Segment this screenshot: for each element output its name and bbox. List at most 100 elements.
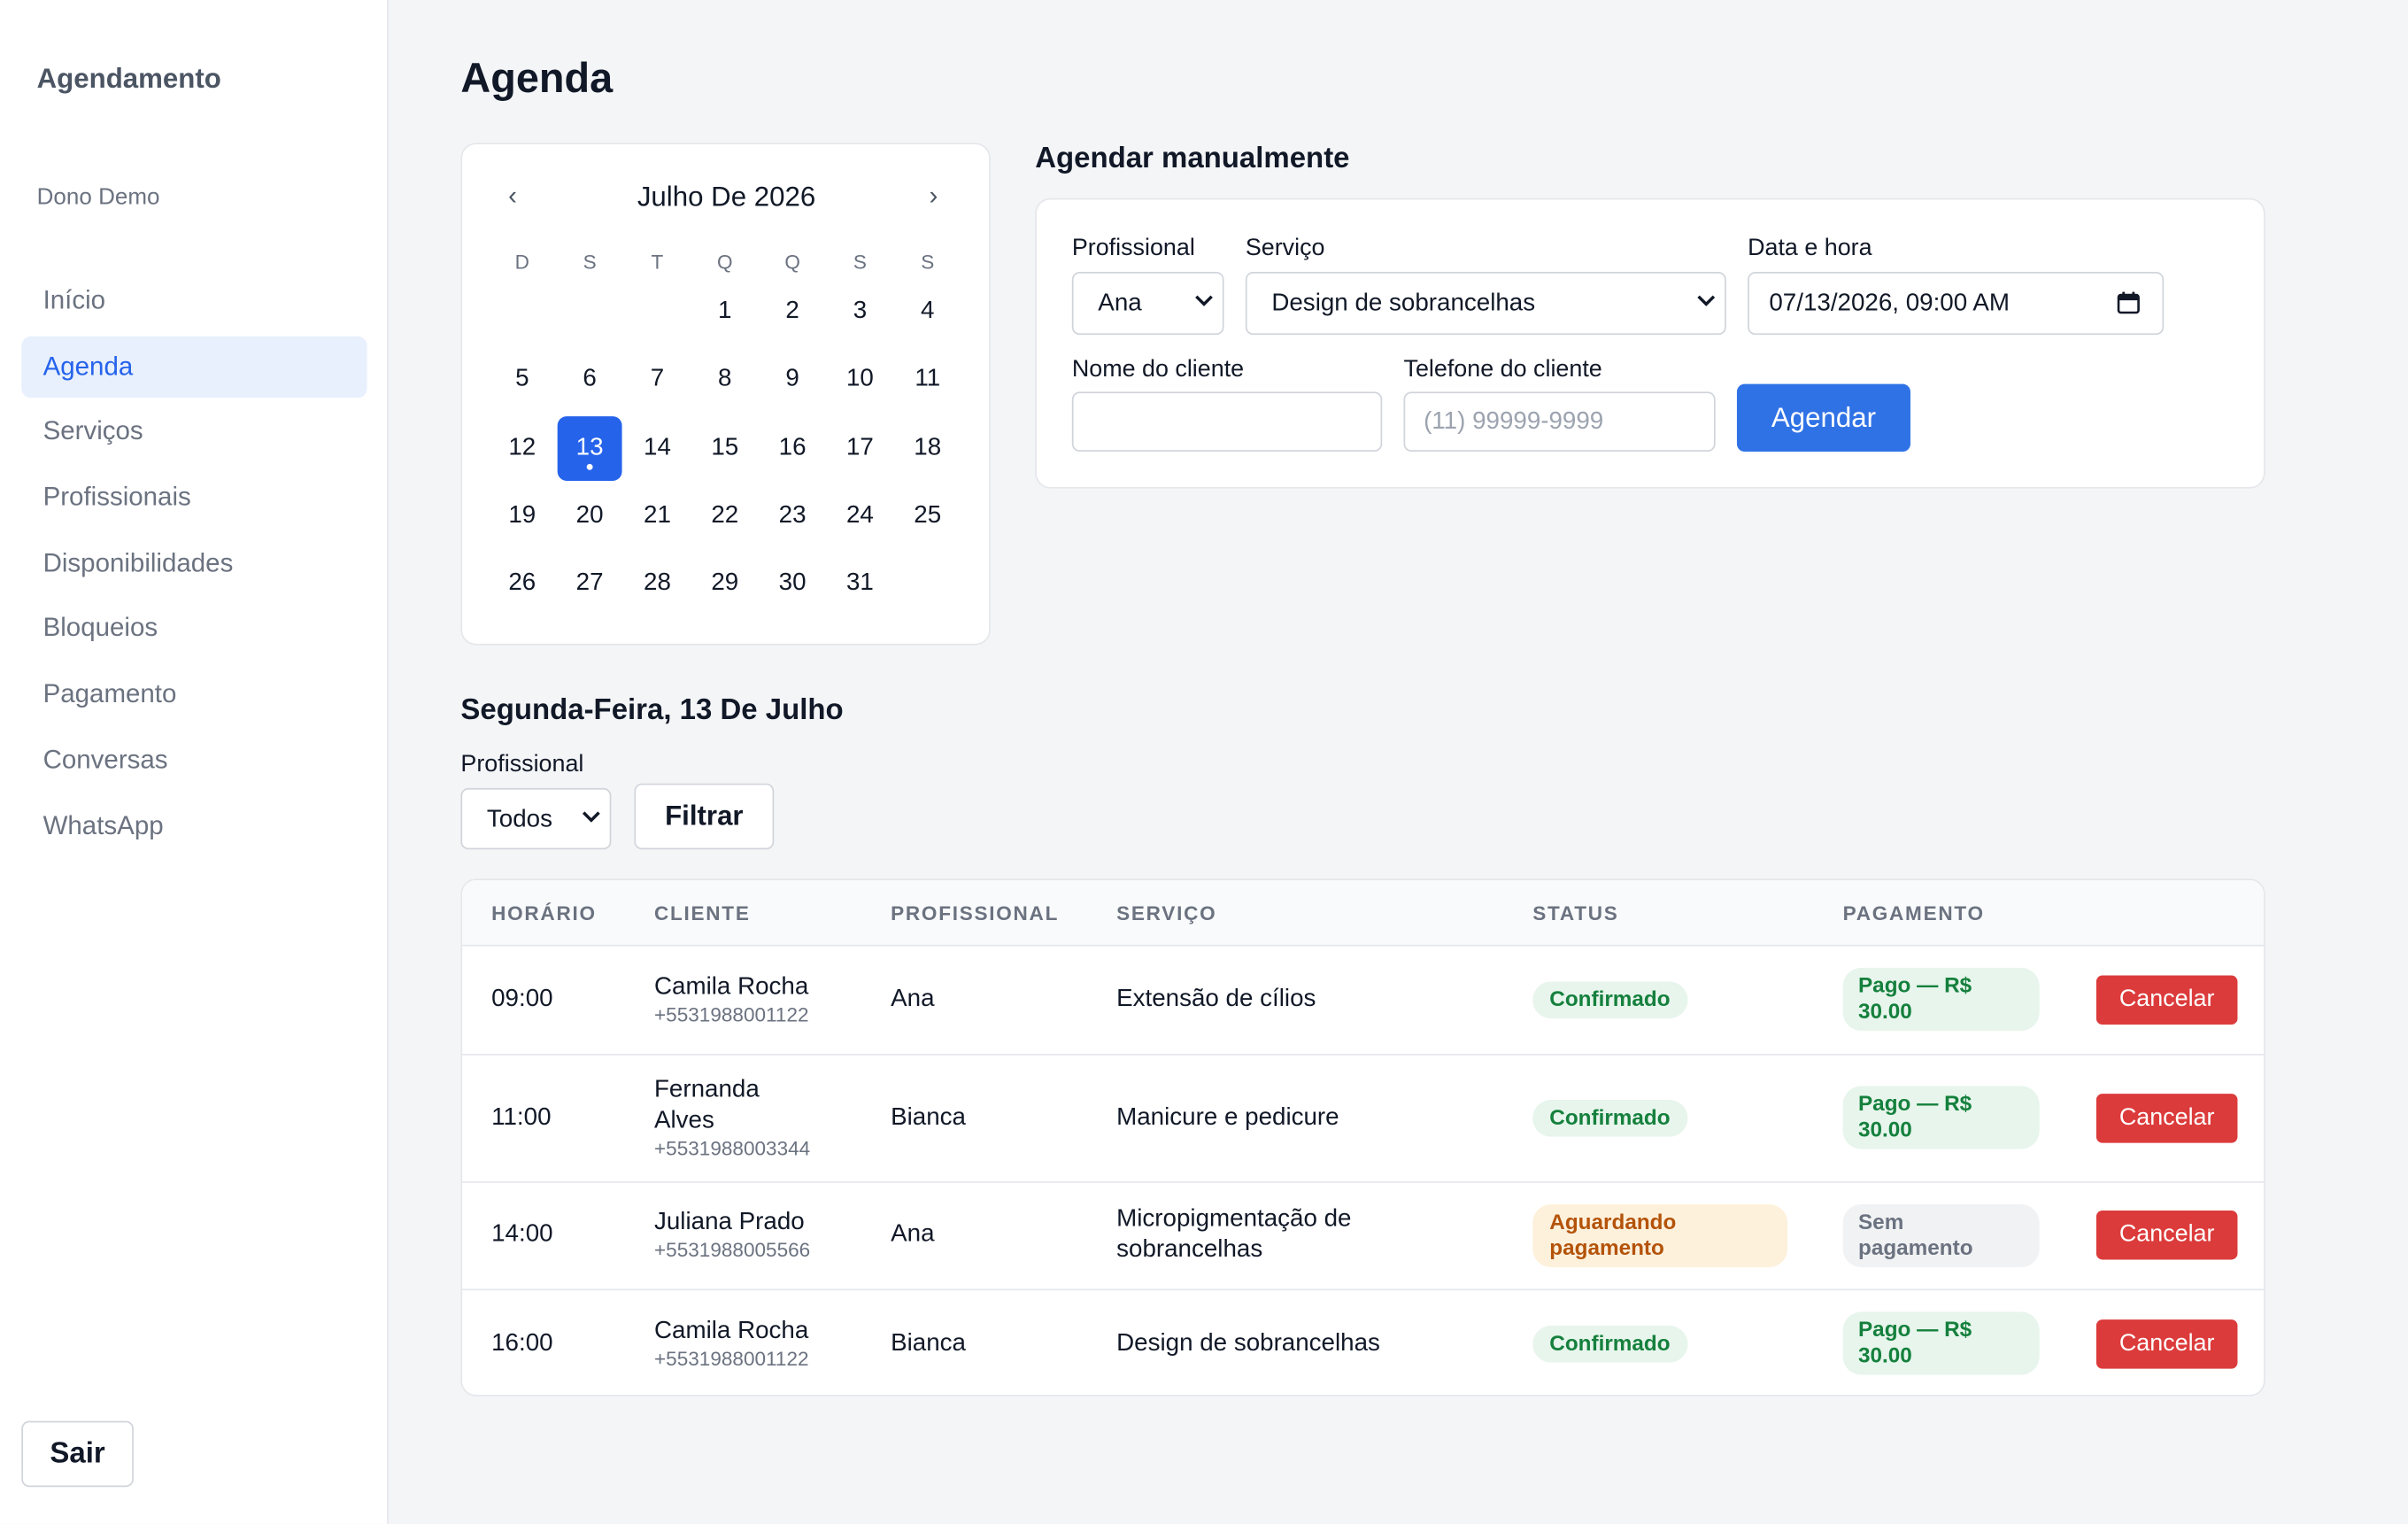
cancel-button[interactable]: Cancelar: [2095, 1319, 2238, 1368]
appointment-time: 16:00: [491, 1329, 553, 1356]
calendar-next-button[interactable]: ›: [929, 182, 938, 213]
agendar-button[interactable]: Agendar: [1736, 383, 1910, 453]
calendar-day[interactable]: 1: [692, 280, 757, 344]
sidebar-item-whatsapp[interactable]: WhatsApp: [21, 795, 367, 856]
professional-select-value: Ana: [1098, 290, 1142, 317]
table-header: HORÁRIO CLIENTE PROFISSIONAL SERVIÇO STA…: [462, 879, 2264, 947]
client-phone: +5531988001122: [653, 1346, 809, 1370]
sidebar-item-agenda[interactable]: Agenda: [21, 336, 367, 398]
sidebar-item-pagamento[interactable]: Pagamento: [21, 664, 367, 725]
appointment-professional: Ana: [891, 985, 935, 1012]
status-badge: Aguardando pagamento: [1532, 1203, 1788, 1267]
payment-text-cont: 30.00: [1857, 998, 1912, 1024]
cancel-button[interactable]: Cancelar: [2095, 974, 2238, 1025]
cancel-button[interactable]: Cancelar: [2095, 1210, 2238, 1260]
calendar-icon[interactable]: [2116, 290, 2141, 315]
calendar-day[interactable]: 31: [828, 552, 892, 616]
payment-badge: Sem pagamento: [1842, 1203, 2040, 1267]
appointment-time: 09:00: [491, 985, 553, 1012]
table-row: 11:00 Fernanda Alves +5531988003344 Bianca Ma…: [462, 1054, 2264, 1183]
calendar-weekday: S: [853, 250, 867, 274]
service-name: Design de sobrancelhas: [1116, 1329, 1380, 1356]
logout-button[interactable]: Sair: [21, 1420, 134, 1488]
calendar-prev-button[interactable]: ‹: [508, 182, 517, 213]
calendar-day[interactable]: 9: [760, 347, 825, 412]
calendar-day[interactable]: 27: [558, 552, 622, 616]
status-badge: Confirmado: [1532, 1325, 1687, 1362]
calendar-day[interactable]: 18: [895, 416, 960, 481]
payment-text-cont: 30.00: [1857, 1117, 1912, 1141]
status-text: Aguardando: [1549, 1208, 1677, 1234]
cancel-button[interactable]: Cancelar: [2095, 1093, 2238, 1142]
datetime-input[interactable]: 07/13/2026, 09:00 AM: [1748, 272, 2165, 336]
datetime-label: Data e hora: [1748, 235, 1872, 261]
appointment-time: 11:00: [491, 1103, 552, 1130]
sidebar-nav: Início Agenda Serviços Profissionais Dis…: [21, 270, 367, 860]
calendar-day[interactable]: 22: [692, 484, 757, 548]
datetime-value: 07/13/2026, 09:00 AM: [1769, 290, 2010, 317]
sidebar: Agendamento Dono Demo Início Agenda Serv…: [0, 0, 389, 1524]
calendar-day[interactable]: 19: [490, 484, 554, 548]
calendar-day[interactable]: 11: [895, 347, 960, 412]
status-text: Confirmado: [1549, 986, 1671, 1011]
calendar-day[interactable]: 23: [760, 484, 825, 548]
calendar-day[interactable]: 7: [625, 347, 690, 412]
calendar-day[interactable]: 29: [692, 552, 757, 616]
sidebar-item-conversas[interactable]: Conversas: [21, 730, 367, 791]
payment-text: Pago — R$: [1857, 972, 1972, 997]
status-text: Confirmado: [1549, 1104, 1671, 1130]
calendar-weekday: T: [651, 250, 664, 274]
column-header-status: STATUS: [1532, 901, 1619, 925]
calendar-day[interactable]: 26: [490, 552, 554, 616]
calendar-day[interactable]: 12: [490, 416, 554, 481]
column-header-servico: SERVIÇO: [1116, 901, 1217, 925]
table-row: 16:00 Camila Rocha +5531988001122 Bianca Des…: [462, 1288, 2264, 1395]
client-cell: Juliana Prado +5531988005566: [654, 1207, 854, 1262]
calendar-day[interactable]: 17: [828, 416, 892, 481]
calendar-day[interactable]: 30: [760, 552, 825, 616]
service-name-cont: sobrancelhas: [1116, 1236, 1263, 1263]
status-badge: Confirmado: [1532, 980, 1687, 1018]
appointment-professional: Ana: [891, 1221, 935, 1248]
calendar-day[interactable]: 10: [828, 347, 892, 412]
sidebar-item-disponibilidades[interactable]: Disponibilidades: [21, 533, 367, 594]
calendar-day[interactable]: 6: [558, 347, 622, 412]
page-title: Agenda: [460, 55, 614, 102]
status-text: Confirmado: [1549, 1330, 1671, 1356]
calendar-day[interactable]: 3: [828, 280, 892, 344]
calendar-day[interactable]: 25: [895, 484, 960, 548]
appointment-service: Micropigmentação de sobrancelhas: [1116, 1204, 1501, 1265]
calendar-day[interactable]: 2: [760, 280, 825, 344]
calendar-day-selected[interactable]: 13: [557, 416, 622, 481]
calendar-weekday: S: [583, 250, 597, 274]
calendar-day[interactable]: 8: [692, 347, 757, 412]
calendar-day[interactable]: 20: [558, 484, 622, 548]
client-name-input[interactable]: [1071, 391, 1383, 453]
sidebar-item-profissionais[interactable]: Profissionais: [21, 467, 367, 528]
sidebar-item-inicio[interactable]: Início: [21, 270, 367, 331]
calendar-day[interactable]: 16: [760, 416, 825, 481]
client-name: Camila Rocha: [653, 972, 809, 1000]
calendar-day[interactable]: 24: [828, 484, 892, 548]
calendar-day[interactable]: 15: [692, 416, 757, 481]
service-select[interactable]: Design de sobrancelhas: [1245, 272, 1726, 336]
filter-professional-select[interactable]: Todos: [460, 787, 612, 850]
appointment-professional: Bianca: [891, 1103, 966, 1130]
client-phone-input[interactable]: (11) 99999-9999: [1403, 391, 1716, 453]
professional-select[interactable]: Ana: [1071, 272, 1224, 336]
payment-badge: Pago — R$ 30.00: [1842, 1086, 2040, 1149]
day-heading: Segunda-Feira, 13 De Julho: [460, 694, 844, 727]
calendar-day[interactable]: 28: [625, 552, 690, 616]
sidebar-item-servicos[interactable]: Serviços: [21, 401, 367, 462]
calendar-day[interactable]: 5: [490, 347, 554, 412]
filter-button[interactable]: Filtrar: [634, 783, 775, 850]
payment-badge: Pago — R$ 30.00: [1842, 1311, 2040, 1375]
client-phone: +5531988001122: [653, 1002, 809, 1025]
calendar-day[interactable]: 21: [625, 484, 690, 548]
payment-text-cont: pagamento: [1857, 1234, 1973, 1259]
calendar-day[interactable]: 4: [895, 280, 960, 344]
service-name: Micropigmentação de: [1116, 1205, 1352, 1233]
sidebar-item-bloqueios[interactable]: Bloqueios: [21, 599, 367, 660]
calendar-day[interactable]: 14: [625, 416, 690, 481]
app-brand: Agendamento: [36, 63, 221, 94]
